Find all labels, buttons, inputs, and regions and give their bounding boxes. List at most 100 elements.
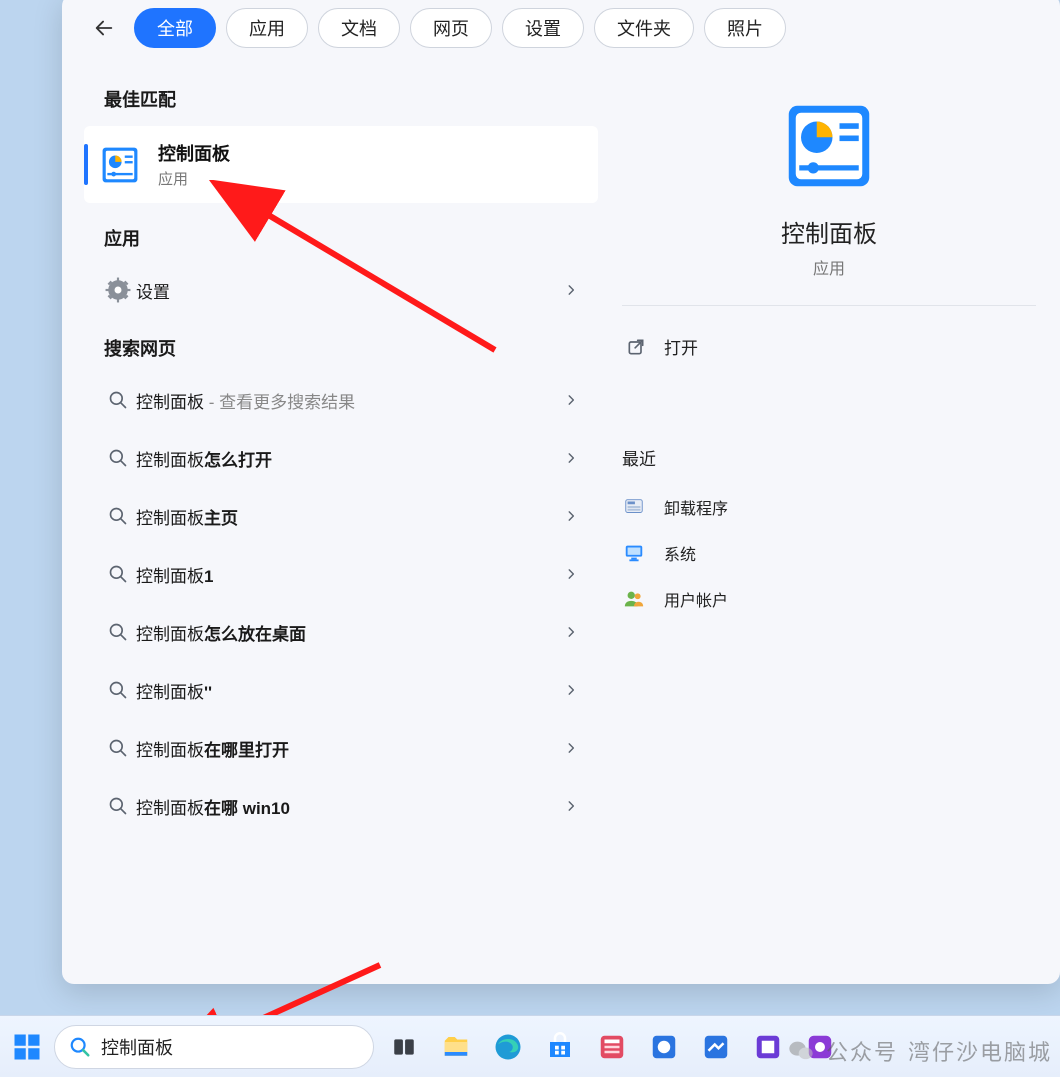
web-row[interactable]: 控制面板 - 查看更多搜索结果 (84, 371, 598, 429)
best-match-titles: 控制面板 应用 (158, 140, 230, 189)
taskbar-app-3[interactable] (694, 1025, 738, 1069)
search-window: 全部 应用 文档 网页 设置 文件夹 照片 最佳匹配 控制面板 应用 (62, 0, 1060, 984)
web-prefix: 控制面板 (136, 451, 204, 470)
search-icon (100, 738, 136, 758)
results-pane: 最佳匹配 控制面板 应用 应用 设置 (62, 58, 598, 984)
web-row[interactable]: 控制面板1 (84, 545, 598, 603)
open-action[interactable]: 打开 (622, 328, 1036, 365)
web-prefix: 控制面板 (136, 683, 204, 702)
tab-label: 照片 (727, 15, 763, 41)
web-hint: - 查看更多搜索结果 (204, 393, 355, 412)
chevron-right-icon (564, 683, 578, 697)
task-view-icon (391, 1034, 417, 1060)
recent-label: 卸载程序 (664, 495, 728, 519)
folder-icon (441, 1032, 471, 1062)
taskbar-task-view[interactable] (382, 1025, 426, 1069)
web-suffix: 在哪里打开 (204, 741, 289, 760)
web-prefix: 控制面板 (136, 625, 204, 644)
chevron-right-icon (564, 393, 578, 407)
chevron-right-icon (564, 283, 578, 297)
web-heading: 搜索网页 (84, 319, 598, 371)
web-row[interactable]: 控制面板'' (84, 661, 598, 719)
recent-row[interactable]: 用户帐户 (622, 576, 1036, 622)
preview-title: 控制面板 (781, 214, 877, 249)
taskbar-app-2[interactable] (642, 1025, 686, 1069)
tab-photos[interactable]: 照片 (704, 8, 786, 48)
chevron-right-icon (564, 799, 578, 813)
taskbar-edge[interactable] (486, 1025, 530, 1069)
search-icon (100, 390, 136, 410)
tab-label: 应用 (249, 15, 285, 41)
tab-folders[interactable]: 文件夹 (594, 8, 694, 48)
taskbar-app-1[interactable] (590, 1025, 634, 1069)
chevron-right-icon (564, 509, 578, 523)
control-panel-large-icon (787, 104, 871, 188)
recent-row[interactable]: 卸载程序 (622, 484, 1036, 530)
chevron-right-icon (564, 567, 578, 581)
gear-icon (100, 277, 136, 303)
taskbar-file-explorer[interactable] (434, 1025, 478, 1069)
app-icon (597, 1032, 627, 1062)
tab-settings[interactable]: 设置 (502, 8, 584, 48)
search-icon (100, 796, 136, 816)
windows-logo-icon (12, 1032, 42, 1062)
chevron-right-icon (564, 741, 578, 755)
recent-label: 用户帐户 (664, 587, 728, 611)
web-row[interactable]: 控制面板在哪 win10 (84, 777, 598, 835)
web-prefix: 控制面板 (136, 741, 204, 760)
tabs-row: 全部 应用 文档 网页 设置 文件夹 照片 (62, 0, 1060, 58)
open-external-icon (626, 337, 646, 357)
web-prefix: 控制面板 (136, 393, 204, 412)
web-row[interactable]: 控制面板在哪里打开 (84, 719, 598, 777)
tab-apps[interactable]: 应用 (226, 8, 308, 48)
app-icon (649, 1032, 679, 1062)
watermark-text: 湾仔沙电脑城 (908, 1035, 1052, 1067)
taskbar-store[interactable] (538, 1025, 582, 1069)
search-icon (100, 448, 136, 468)
web-suffix: 主页 (204, 509, 238, 528)
taskbar-app-4[interactable] (746, 1025, 790, 1069)
preview-pane: 控制面板 应用 打开 最近 卸载程序 系统 (598, 58, 1060, 984)
taskbar-app-5[interactable] (798, 1025, 842, 1069)
web-suffix: 怎么打开 (204, 451, 272, 470)
web-row[interactable]: 控制面板主页 (84, 487, 598, 545)
open-label: 打开 (664, 334, 698, 359)
taskbar: 公众号 湾仔沙电脑城 (0, 1015, 1060, 1077)
taskbar-search-input[interactable] (101, 1036, 359, 1057)
search-icon (100, 564, 136, 584)
tab-all[interactable]: 全部 (134, 8, 216, 48)
app-icon (701, 1032, 731, 1062)
apps-heading: 应用 (84, 209, 598, 261)
web-suffix: '' (204, 683, 212, 702)
tab-label: 网页 (433, 15, 469, 41)
taskbar-search[interactable] (54, 1025, 374, 1069)
app-row-settings[interactable]: 设置 (84, 261, 598, 319)
start-button[interactable] (8, 1028, 46, 1066)
app-icon (805, 1032, 835, 1062)
web-suffix: 1 (204, 567, 213, 586)
edge-icon (493, 1032, 523, 1062)
best-match-subtitle: 应用 (158, 168, 230, 189)
control-panel-icon (100, 145, 140, 185)
web-row[interactable]: 控制面板怎么打开 (84, 429, 598, 487)
chevron-right-icon (564, 625, 578, 639)
web-suffix: 在哪 win10 (204, 799, 290, 818)
search-icon (100, 506, 136, 526)
search-icon (100, 622, 136, 642)
web-suffix: 怎么放在桌面 (204, 625, 306, 644)
web-prefix: 控制面板 (136, 567, 204, 586)
tab-label: 设置 (525, 15, 561, 41)
search-icon (100, 680, 136, 700)
web-row[interactable]: 控制面板怎么放在桌面 (84, 603, 598, 661)
tab-web[interactable]: 网页 (410, 8, 492, 48)
search-colored-icon (69, 1036, 91, 1058)
tab-label: 文件夹 (617, 15, 671, 41)
recent-heading: 最近 (622, 445, 1036, 470)
tab-docs[interactable]: 文档 (318, 8, 400, 48)
recent-row[interactable]: 系统 (622, 530, 1036, 576)
chevron-right-icon (564, 451, 578, 465)
app-row-label: 设置 (136, 283, 170, 302)
back-button[interactable] (84, 8, 124, 48)
web-prefix: 控制面板 (136, 799, 204, 818)
best-match-item[interactable]: 控制面板 应用 (84, 126, 598, 203)
